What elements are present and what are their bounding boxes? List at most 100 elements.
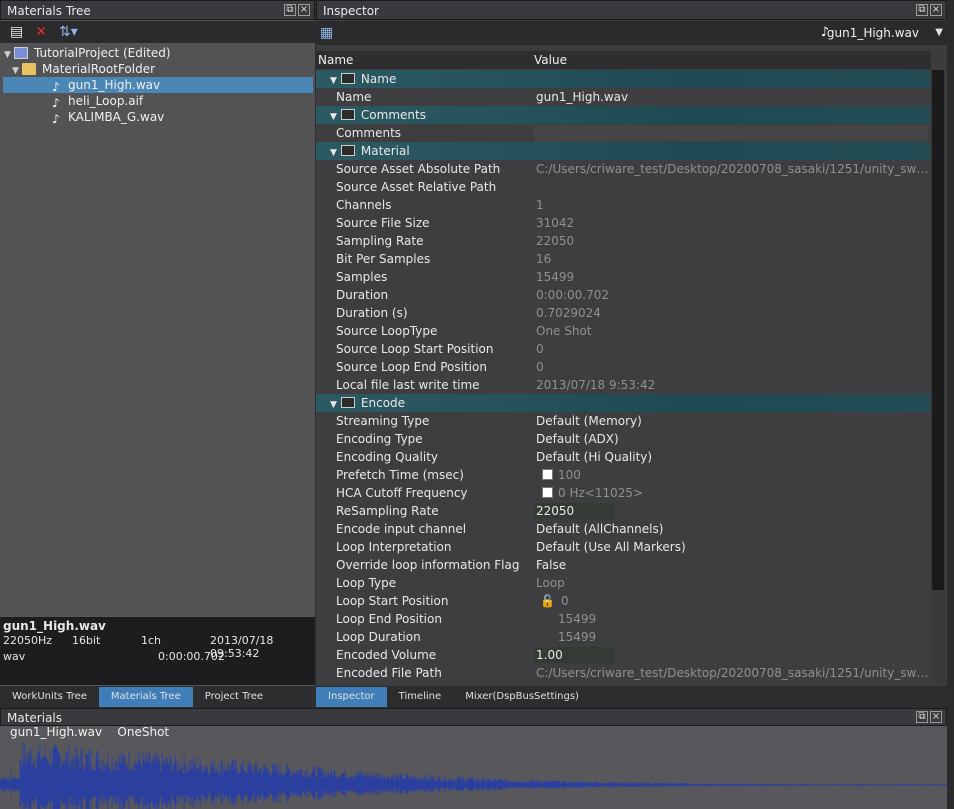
property-value[interactable]: 0.7029024 (536, 304, 930, 322)
property-group-header[interactable]: ▼ Name (316, 70, 930, 88)
tree-item-project[interactable]: ▼ TutorialProject (Edited) (4, 45, 314, 61)
property-value[interactable]: 100 (536, 466, 930, 484)
property-value[interactable]: 0:00:00.702 (536, 286, 930, 304)
property-row[interactable]: Streaming Type Default (Memory) (316, 412, 930, 430)
property-row[interactable]: Local file last write time 2013/07/18 9:5… (316, 376, 930, 394)
property-value[interactable]: 15499 (536, 610, 930, 628)
property-value[interactable]: 15499 (536, 628, 930, 646)
tab-workunits-tree[interactable]: WorkUnits Tree (0, 687, 99, 707)
property-value[interactable]: 0 Hz<11025> (536, 484, 930, 502)
property-value[interactable]: Default (ADX) (536, 430, 930, 448)
property-row[interactable]: Encode input channel Default (AllChannels… (316, 520, 930, 538)
property-row[interactable]: Source Asset Absolute Path C:/Users/criwa… (316, 160, 930, 178)
property-value[interactable]: Default (Use All Markers) (536, 538, 930, 556)
column-header-name[interactable]: Name (318, 51, 353, 69)
property-value[interactable]: C:/Users/criware_test/Desktop/20200708_s… (536, 160, 930, 178)
scrollbar-thumb[interactable] (932, 70, 944, 590)
property-row[interactable]: Override loop information Flag False (316, 556, 930, 574)
tab-timeline[interactable]: Timeline (387, 687, 454, 707)
property-row[interactable]: Duration (s) 0.7029024 (316, 304, 930, 322)
tree-item-heli-loop[interactable]: ♪ heli_Loop.aif (50, 93, 310, 110)
tree-item-gun1-high[interactable]: ♪ gun1_High.wav (3, 77, 313, 94)
column-header-value[interactable]: Value (534, 51, 567, 69)
property-row[interactable]: Loop Type Loop (316, 574, 930, 592)
enable-checkbox[interactable] (542, 487, 553, 498)
property-value[interactable]: Default (Memory) (536, 412, 930, 430)
property-row[interactable]: Encoding Quality Default (Hi Quality) (316, 448, 930, 466)
collapse-arrow-icon[interactable]: ▼ (330, 76, 337, 86)
property-row[interactable]: Source Asset Relative Path (316, 178, 930, 196)
property-value[interactable]: One Shot (536, 322, 930, 340)
property-value[interactable]: 16 (536, 250, 930, 268)
right-side-panel-edge (948, 0, 954, 809)
property-row[interactable]: Encoded Volume 1.00 (316, 646, 930, 664)
tab-mixer[interactable]: Mixer(DspBusSettings) (453, 687, 591, 707)
sort-icon[interactable]: ⇅▾ (59, 23, 78, 41)
tree-item-kalimba[interactable]: ♪ KALIMBA_G.wav (50, 109, 310, 126)
property-row[interactable]: Encoded File Path C:/Users/criware_test/D… (316, 664, 930, 682)
float-window-icon[interactable]: ⧉ (284, 4, 296, 16)
property-row[interactable]: Channels 1 (316, 196, 930, 214)
collapse-arrow-icon[interactable]: ▼ (330, 112, 337, 122)
property-row[interactable]: Loop Start Position 🔓 0 (316, 592, 930, 610)
property-value[interactable]: C:/Users/criware_test/Desktop/20200708_s… (536, 664, 930, 682)
property-grid-scrollbar[interactable] (931, 70, 945, 684)
chevron-down-icon[interactable]: ▼ (935, 24, 943, 42)
property-row[interactable]: HCA Cutoff Frequency 0 Hz<11025> (316, 484, 930, 502)
property-row[interactable]: Source LoopType One Shot (316, 322, 930, 340)
property-value[interactable]: Default (Hi Quality) (536, 448, 930, 466)
property-value[interactable]: 0 (536, 340, 930, 358)
property-value[interactable]: 15499 (536, 268, 930, 286)
property-row[interactable]: Duration 0:00:00.702 (316, 286, 930, 304)
property-row[interactable]: Samples 15499 (316, 268, 930, 286)
property-row[interactable]: Loop End Position 15499 (316, 610, 930, 628)
property-value[interactable]: 22050 (536, 232, 930, 250)
property-row[interactable]: Sampling Rate 22050 (316, 232, 930, 250)
property-row[interactable]: Loop Duration 15499 (316, 628, 930, 646)
collapse-arrow-icon[interactable]: ▼ (330, 400, 337, 410)
property-group-header[interactable]: ▼ Material (316, 142, 930, 160)
property-value[interactable]: 0 (536, 358, 930, 376)
property-row[interactable]: Encoding Type Default (ADX) (316, 430, 930, 448)
property-row[interactable]: Prefetch Time (msec) 100 (316, 466, 930, 484)
inspector-selected-file[interactable]: gun1_High.wav (827, 24, 919, 42)
property-name: Override loop information Flag (336, 558, 520, 572)
property-row[interactable]: Bit Per Samples 16 (316, 250, 930, 268)
delete-icon[interactable]: ✕ (35, 23, 47, 41)
property-value[interactable]: 1.00 (536, 646, 930, 664)
close-icon[interactable]: × (930, 711, 942, 723)
add-material-icon[interactable]: ▤ (10, 23, 23, 41)
property-value[interactable]: 🔓 0 (536, 592, 930, 610)
property-row[interactable]: ReSampling Rate 22050 (316, 502, 930, 520)
property-row[interactable]: Source Loop End Position 0 (316, 358, 930, 376)
property-row[interactable]: Loop Interpretation Default (Use All Mark… (316, 538, 930, 556)
property-value[interactable]: Loop (536, 574, 930, 592)
collapse-arrow-icon[interactable]: ▼ (330, 148, 337, 158)
tree-item-root-folder[interactable]: ▼ MaterialRootFolder (12, 61, 312, 77)
tab-materials-tree[interactable]: Materials Tree (98, 687, 193, 707)
tab-project-tree[interactable]: Project Tree (193, 687, 275, 707)
tab-inspector[interactable]: Inspector (316, 687, 387, 707)
property-row[interactable]: Source Loop Start Position 0 (316, 340, 930, 358)
property-value[interactable]: False (536, 556, 930, 574)
float-window-icon[interactable]: ⧉ (916, 4, 928, 16)
float-window-icon[interactable]: ⧉ (916, 711, 928, 723)
property-row[interactable]: Source File Size 31042 (316, 214, 930, 232)
property-group-header[interactable]: ▼ Comments (316, 106, 930, 124)
grid-view-icon[interactable]: ▦ (320, 24, 333, 42)
enable-checkbox[interactable] (542, 469, 553, 480)
lock-icon[interactable]: 🔓 (540, 594, 555, 608)
property-value[interactable]: 1 (536, 196, 930, 214)
property-value[interactable]: Default (AllChannels) (536, 520, 930, 538)
property-value[interactable]: gun1_High.wav (536, 88, 930, 106)
close-icon[interactable]: × (298, 4, 310, 16)
close-icon[interactable]: × (930, 4, 942, 16)
property-value[interactable]: 31042 (536, 214, 930, 232)
comments-field[interactable] (534, 125, 928, 141)
tree-item-label: KALIMBA_G.wav (68, 110, 165, 124)
property-row[interactable]: Name gun1_High.wav (316, 88, 930, 106)
property-row[interactable]: Comments (316, 124, 930, 142)
property-value[interactable]: 2013/07/18 9:53:42 (536, 376, 930, 394)
property-group-header[interactable]: ▼ Encode (316, 394, 930, 412)
property-value[interactable]: 22050 (536, 502, 930, 520)
